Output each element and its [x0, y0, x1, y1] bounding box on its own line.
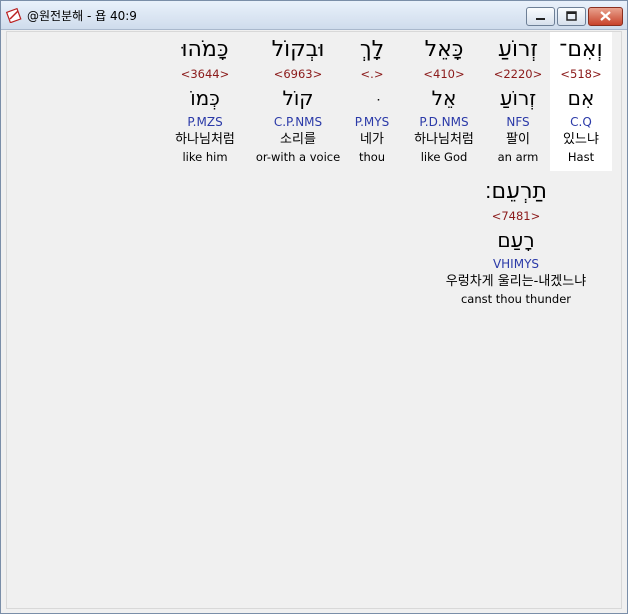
close-button[interactable] [588, 7, 623, 26]
hebrew-lemma: כְּמוֹ [190, 86, 220, 110]
window-title: @원전분해 - 욥 40:9 [27, 9, 137, 23]
maximize-icon [566, 11, 577, 21]
strong-number[interactable]: <7481> [406, 207, 626, 225]
morphology-code: VHIMYS [492, 257, 540, 271]
strong-number[interactable]: <3644> [145, 65, 265, 83]
hebrew-word: תַרְעֵם׃ [485, 179, 547, 204]
minimize-icon [536, 18, 545, 20]
english-gloss: canst thou thunder [460, 292, 572, 306]
english-gloss: like him [182, 150, 228, 164]
hebrew-word: כָּמֹהוּ [181, 37, 229, 62]
bible-app-icon [6, 7, 22, 23]
title-bar[interactable]: @원전분해 - 욥 40:9 [1, 1, 627, 30]
word-column[interactable]: כָּמֹהוּ <3644> כְּמוֹ P.MZS 하나님처럼 like … [145, 35, 265, 165]
close-icon [600, 11, 611, 21]
minimize-button[interactable] [526, 7, 555, 26]
hebrew-lemma: רָעַם [497, 228, 535, 252]
app-window: @원전분해 - 욥 40:9 וְאִם־ <518> אִם C.Q 있느냐 … [0, 0, 628, 614]
korean-gloss: 하나님처럼 [175, 132, 235, 147]
maximize-button[interactable] [557, 7, 586, 26]
korean-gloss: 우렁차게 울리는-내겠느냐 [445, 274, 587, 289]
word-column[interactable]: תַרְעֵם׃ <7481> רָעַם VHIMYS 우렁차게 울리는-내겠… [406, 177, 626, 307]
morphology-code: P.MZS [187, 115, 223, 129]
